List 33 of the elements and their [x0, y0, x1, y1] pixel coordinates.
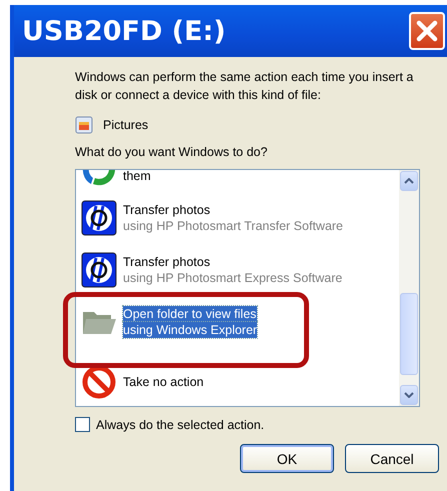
action-title: them [123, 170, 151, 184]
action-subtitle: using HP Photosmart Transfer Software [123, 218, 344, 234]
window-title: USB20FD (E:) [22, 16, 226, 46]
action-item[interactable]: Transfer photos using HP Photosmart Transfer Software [81, 192, 399, 244]
content-type-label: Pictures [103, 118, 148, 132]
dialog-button[interactable]: Cancel [345, 444, 439, 473]
disc-icon [81, 170, 117, 188]
action-subtitle: using Windows Explorer [123, 322, 258, 338]
action-item[interactable]: them [81, 170, 399, 192]
hp-logo-icon [81, 200, 117, 236]
chevron-up-icon [404, 178, 414, 184]
scroll-up-button[interactable] [400, 171, 418, 191]
close-button[interactable] [409, 12, 445, 50]
scroll-down-button[interactable] [400, 385, 418, 405]
action-subtitle: using HP Photosmart Express Software [123, 270, 342, 286]
dialog-button[interactable]: OK [240, 444, 334, 473]
question-text: What do you want Windows to do? [75, 145, 268, 159]
checkbox-label: Always do the selected action. [96, 418, 264, 432]
action-title: Transfer photos [123, 254, 212, 270]
always-checkbox[interactable] [75, 417, 90, 432]
action-title: Open folder to view files [123, 306, 258, 322]
picture-file-icon [75, 116, 93, 134]
scroll-thumb[interactable] [400, 293, 418, 375]
chevron-down-icon [404, 392, 414, 398]
action-item[interactable]: Take no action [81, 356, 399, 406]
intro-text: Windows can perform the same action each time you insert a disk or connect a device with this kind of file: [75, 69, 414, 104]
scrollbar[interactable] [399, 170, 419, 406]
action-item[interactable]: Transfer photos using HP Photosmart Express Software [81, 244, 399, 296]
hp-logo-icon [81, 252, 117, 288]
action-title: Transfer photos [123, 202, 212, 218]
action-title: Take no action [123, 374, 204, 390]
close-icon [414, 18, 440, 44]
action-item[interactable]: Open folder to view files using Windows Explorer [81, 296, 399, 348]
